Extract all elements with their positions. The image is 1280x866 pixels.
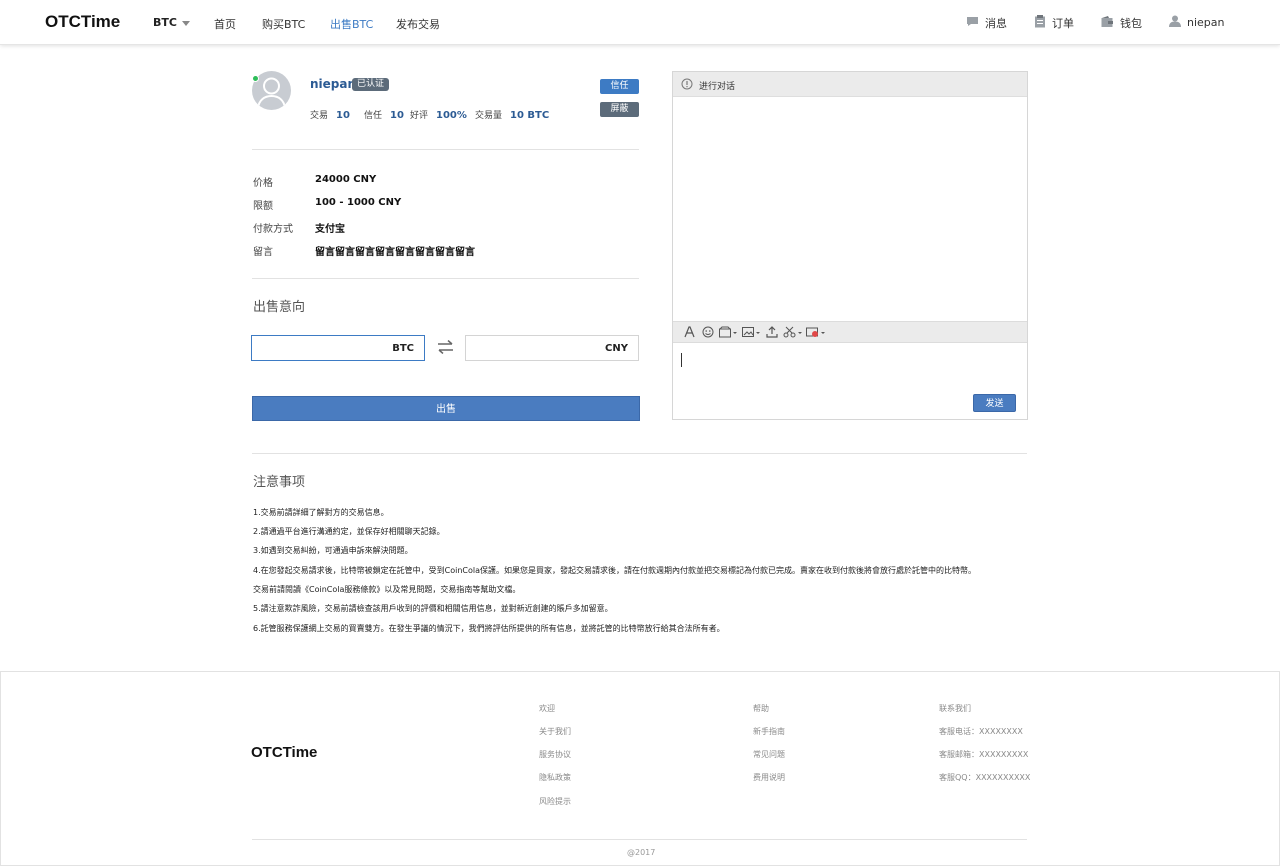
note-item: 交易前請閱讀《CoinCola服務條款》以及常見問題，交易指南等幫助文檔。: [253, 585, 521, 594]
cny-amount-field[interactable]: CNY: [465, 335, 639, 361]
chat-bubble-icon: [681, 78, 693, 93]
footer-col-contact-title: 联系我们: [939, 704, 971, 713]
message-value: 留言留言留言留言留言留言留言留言: [315, 247, 475, 258]
footer-logo[interactable]: OTCTime: [251, 744, 317, 761]
user-name: niepan: [1187, 16, 1225, 29]
send-button[interactable]: 发送: [973, 394, 1016, 412]
font-icon[interactable]: [684, 326, 695, 341]
note-item: 3.如遇到交易糾紛，可通過申訴來解決問題。: [253, 546, 413, 555]
message-icon: [966, 16, 979, 30]
chevron-down-icon: [181, 20, 190, 26]
footer-contact-email: 客服邮箱：XXXXXXXXX: [939, 750, 1029, 759]
footer-link-guide[interactable]: 新手指南: [753, 726, 785, 737]
verified-badge: 已认证: [352, 78, 390, 91]
wallet-icon: [1101, 15, 1114, 31]
note-item: 2.請通過平台進行溝通約定，並保存好相關聊天記錄。: [253, 527, 445, 536]
chat-title: 进行对话: [699, 82, 736, 92]
btc-amount-field[interactable]: BTC: [251, 335, 425, 361]
screenshot-icon[interactable]: [719, 326, 737, 341]
block-button[interactable]: 屏蔽: [600, 102, 639, 117]
stat-volume-value: 10 BTC: [510, 110, 550, 121]
orders-label: 订单: [1052, 17, 1074, 30]
chat-toolbar: [673, 321, 1027, 343]
messages-link[interactable]: 消息: [966, 15, 1007, 31]
footer: [0, 671, 1280, 866]
image-icon[interactable]: [742, 326, 760, 341]
stat-rating-label: 好评: [410, 111, 429, 121]
payment-method-value: 支付宝: [315, 224, 345, 235]
footer-col-welcome-title: 欢迎: [539, 704, 555, 713]
stat-trades-value: 10: [336, 110, 350, 121]
stat-trades: 交易 10: [310, 108, 350, 121]
limit-label: 限额: [253, 201, 273, 212]
coin-selector[interactable]: BTC: [153, 16, 190, 29]
cny-unit-label: CNY: [605, 343, 628, 354]
user-icon: [1169, 15, 1181, 30]
footer-link-terms[interactable]: 服务协议: [539, 749, 571, 760]
payment-method-label: 付款方式: [253, 224, 293, 235]
footer-link-risk[interactable]: 风险提示: [539, 796, 571, 807]
upload-icon[interactable]: [766, 326, 778, 341]
price-value: 24000 CNY: [315, 174, 377, 185]
nav-post-trade[interactable]: 发布交易: [396, 16, 440, 32]
record-icon[interactable]: [806, 326, 826, 341]
stat-trust-value: 10: [390, 110, 404, 121]
note-item: 4.在您發起交易請求後，比特幣被鎖定在託管中，受到CoinCola保護。如果您是…: [253, 566, 977, 575]
notes-title: 注意事项: [253, 475, 306, 490]
footer-contact-qq: 客服QQ：XXXXXXXXXX: [939, 773, 1031, 782]
sell-button[interactable]: 出售: [252, 396, 640, 421]
footer-link-fees[interactable]: 费用说明: [753, 772, 785, 783]
footer-divider: [252, 839, 1027, 840]
chat-input-caret[interactable]: [681, 353, 682, 367]
order-icon: [1034, 15, 1046, 31]
limit-value: 100 - 1000 CNY: [315, 197, 402, 208]
price-label: 价格: [253, 178, 273, 189]
stat-volume: 交易量 10 BTC: [475, 108, 549, 121]
wallet-link[interactable]: 钱包: [1101, 15, 1142, 31]
trust-button[interactable]: 信任: [600, 79, 639, 94]
nav-sell-btc[interactable]: 出售BTC: [330, 16, 373, 32]
scissors-icon[interactable]: [783, 326, 803, 341]
divider: [252, 453, 1027, 454]
divider: [252, 149, 639, 150]
nav-buy-btc[interactable]: 购买BTC: [262, 16, 305, 32]
coin-selector-label: BTC: [153, 16, 177, 29]
footer-contact-phone: 客服电话：XXXXXXXX: [939, 727, 1023, 736]
messages-label: 消息: [985, 17, 1007, 30]
divider: [252, 278, 639, 279]
stat-trades-label: 交易: [310, 111, 329, 121]
note-item: 6.託管服務保護網上交易的買賣雙方。在發生爭議的情況下，我們將評估所提供的所有信…: [253, 624, 725, 633]
wallet-label: 钱包: [1120, 17, 1142, 30]
chat-panel: 进行对话 发送: [672, 71, 1028, 420]
seller-name[interactable]: niepan: [310, 77, 356, 91]
top-navbar: OTCTime BTC 首页 购买BTC 出售BTC 发布交易 消息 订单 钱包…: [0, 0, 1280, 45]
footer-link-about[interactable]: 关于我们: [539, 726, 571, 737]
emoji-icon[interactable]: [702, 326, 714, 341]
orders-link[interactable]: 订单: [1034, 15, 1074, 31]
stat-rating: 好评 100%: [410, 108, 467, 121]
btc-unit-label: BTC: [392, 343, 414, 354]
swap-arrows-icon[interactable]: [437, 339, 454, 357]
note-item: 1.交易前請詳細了解對方的交易信息。: [253, 508, 389, 517]
stat-trust-label: 信任: [364, 111, 383, 121]
online-status-dot: [252, 75, 259, 82]
footer-col-help-title: 帮助: [753, 704, 769, 713]
footer-link-faq[interactable]: 常见问题: [753, 749, 785, 760]
site-logo[interactable]: OTCTime: [45, 12, 120, 32]
user-menu[interactable]: niepan: [1169, 15, 1225, 30]
nav-home[interactable]: 首页: [214, 16, 236, 32]
copyright: @2017: [627, 848, 656, 857]
stat-volume-label: 交易量: [475, 111, 503, 121]
sell-intent-title: 出售意向: [253, 300, 306, 315]
stat-rating-value: 100%: [436, 110, 467, 121]
chat-header: 进行对话: [673, 72, 1027, 97]
note-item: 5.請注意欺詐風險，交易前請檢查該用戶收到的評價和相關信用信息，並對新近創建的賬…: [253, 604, 613, 613]
stat-trust: 信任 10: [364, 108, 404, 121]
footer-link-privacy[interactable]: 隐私政策: [539, 772, 571, 783]
message-label: 留言: [253, 247, 273, 258]
